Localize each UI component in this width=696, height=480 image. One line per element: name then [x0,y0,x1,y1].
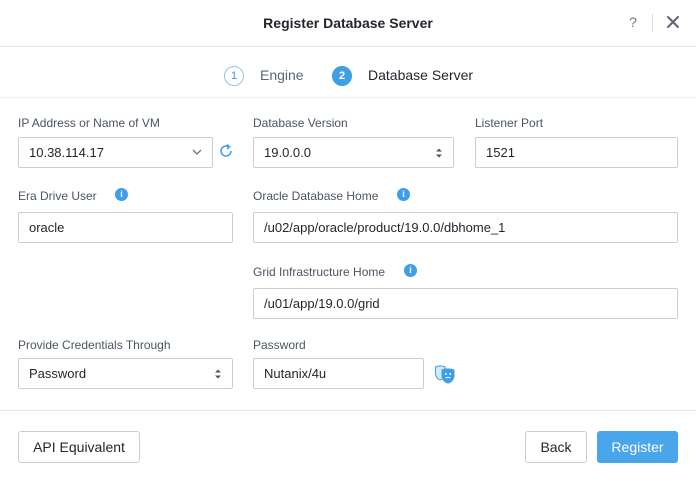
step-2-label: Database Server [368,67,474,83]
mask-icon[interactable] [434,364,456,384]
step-1-label[interactable]: Engine [260,67,304,83]
info-icon[interactable]: i [397,188,410,201]
back-button[interactable]: Back [525,431,587,463]
ip-address-select[interactable]: 10.38.114.17 [18,137,213,168]
credentials-label: Provide Credentials Through [18,338,171,352]
database-version-label: Database Version [253,116,348,130]
password-input[interactable]: Nutanix/4u [253,358,424,389]
database-version-value: 19.0.0.0 [264,145,311,160]
refresh-icon[interactable] [218,143,234,159]
wizard-steps: 1 Engine 2 Database Server [0,48,696,98]
step-1-number[interactable]: 1 [224,66,244,86]
oracle-home-input[interactable]: /u02/app/oracle/product/19.0.0/dbhome_1 [253,212,678,243]
step-2-number: 2 [332,66,352,86]
ip-address-value: 10.38.114.17 [29,145,104,160]
dialog-footer: API Equivalent Back Register [0,410,696,480]
sort-updown-icon [436,148,442,158]
header-divider [652,14,653,32]
listener-port-input[interactable]: 1521 [475,137,678,168]
database-version-select[interactable]: 19.0.0.0 [253,137,454,168]
api-equivalent-button[interactable]: API Equivalent [18,431,140,463]
dialog-title: Register Database Server [263,15,433,31]
chevron-down-icon [192,149,202,155]
close-icon[interactable] [664,13,682,31]
oracle-home-label: Oracle Database Home [253,189,379,203]
listener-port-label: Listener Port [475,116,544,130]
info-icon[interactable]: i [115,188,128,201]
era-drive-user-input[interactable]: oracle [18,212,233,243]
sort-updown-icon [215,369,221,379]
info-icon[interactable]: i [404,264,417,277]
password-label: Password [253,338,306,352]
register-database-server-dialog: Register Database Server ? 1 Engine 2 Da… [0,0,696,480]
help-icon[interactable]: ? [626,14,640,32]
dialog-header: Register Database Server ? [0,0,696,47]
credentials-value: Password [29,366,87,381]
credentials-select[interactable]: Password [18,358,233,389]
ip-address-label: IP Address or Name of VM [18,116,160,130]
register-button[interactable]: Register [597,431,678,463]
grid-home-input[interactable]: /u01/app/19.0.0/grid [253,288,678,319]
era-drive-user-label: Era Drive User [18,189,97,203]
grid-home-label: Grid Infrastructure Home [253,265,386,279]
